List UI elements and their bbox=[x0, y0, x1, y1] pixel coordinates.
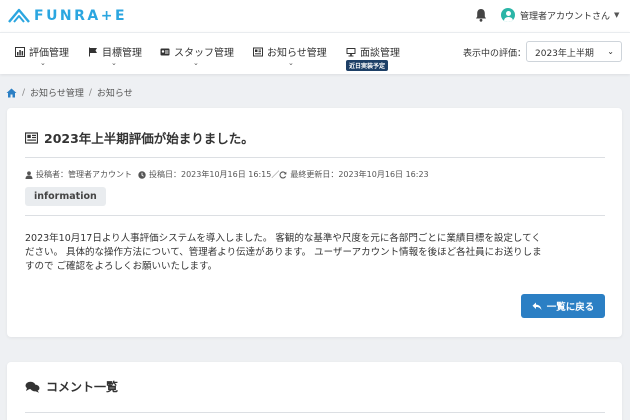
comments-title-text: コメント一覧 bbox=[46, 380, 119, 394]
nav-label: お知らせ管理 bbox=[267, 48, 327, 59]
nav-item-staff[interactable]: スタッフ管理 ⌄ bbox=[160, 44, 234, 70]
nav-item-notices[interactable]: お知らせ管理 ⌄ bbox=[253, 44, 327, 70]
newspaper-icon bbox=[25, 131, 38, 144]
monitor-icon bbox=[346, 47, 356, 56]
breadcrumb-link-notices[interactable]: お知らせ管理 bbox=[30, 86, 84, 99]
post-body-line: ださい。 具体的な操作方法について、管理者より伝達があります。 ユーザーアカウン… bbox=[25, 247, 542, 258]
divider bbox=[25, 215, 605, 216]
nav-label: 評価管理 bbox=[29, 48, 69, 59]
logo-text: FUNRA+E bbox=[34, 8, 128, 24]
breadcrumb-current: お知らせ bbox=[96, 89, 133, 99]
chevron-down-icon: ▼ bbox=[614, 11, 620, 19]
meta-separator: ／ bbox=[271, 170, 280, 179]
divider bbox=[25, 157, 605, 158]
post-title-text: 2023年上半期評価が始まりました。 bbox=[44, 131, 254, 146]
notice-card: 2023年上半期評価が始まりました。 投稿者：管理者アカウント 投稿日：2023… bbox=[7, 108, 622, 337]
post-meta: 投稿者：管理者アカウント 投稿日：2023年10月16日 16:15 ／ 最終更… bbox=[25, 169, 429, 180]
reply-icon bbox=[532, 302, 542, 310]
chevron-down-icon: ⌄ bbox=[607, 47, 614, 56]
top-bar: FUNRA+E 管理者アカウントさん ▼ bbox=[0, 0, 630, 32]
home-icon[interactable] bbox=[6, 88, 17, 98]
refresh-icon bbox=[279, 170, 287, 178]
id-card-icon bbox=[160, 48, 170, 55]
chevron-down-icon: ⌄ bbox=[288, 59, 294, 67]
user-icon bbox=[25, 170, 33, 179]
eval-period-value: 2023年上半期 bbox=[535, 49, 594, 59]
chevron-down-icon: ⌄ bbox=[193, 59, 199, 67]
eval-period-label: 表示中の評価： bbox=[463, 49, 527, 59]
logo[interactable]: FUNRA+E bbox=[8, 7, 127, 25]
comments-icon bbox=[25, 381, 40, 393]
comments-card: コメント一覧 bbox=[7, 362, 622, 420]
post-body-line: すので ご確認をよろしくお願いいたします。 bbox=[25, 261, 218, 272]
eval-period-select[interactable]: 2023年上半期 ⌄ bbox=[526, 41, 622, 62]
post-updated: 最終更新日：2023年10月16日 16:23 bbox=[290, 170, 429, 179]
breadcrumb-separator: / bbox=[88, 87, 92, 98]
divider bbox=[25, 412, 605, 413]
bar-chart-icon bbox=[15, 46, 25, 57]
back-button-label: 一覧に戻る bbox=[546, 302, 595, 313]
post-author: 投稿者：管理者アカウント bbox=[36, 170, 132, 179]
back-to-list-button[interactable]: 一覧に戻る bbox=[521, 294, 605, 318]
breadcrumb: / お知らせ管理 / お知らせ bbox=[6, 86, 133, 99]
comments-title: コメント一覧 bbox=[25, 378, 118, 395]
avatar bbox=[501, 8, 515, 22]
logo-mark-icon bbox=[8, 8, 30, 23]
clock-icon bbox=[138, 170, 146, 179]
user-menu[interactable]: 管理者アカウントさん ▼ bbox=[501, 8, 619, 22]
bell-icon[interactable] bbox=[475, 8, 487, 25]
breadcrumb-separator: / bbox=[22, 87, 26, 98]
post-date: 投稿日：2023年10月16日 16:15 bbox=[149, 170, 272, 179]
coming-soon-badge: 近日実装予定 bbox=[346, 60, 389, 71]
nav-item-evaluation[interactable]: 評価管理 ⌄ bbox=[15, 44, 69, 70]
nav-label: 目標管理 bbox=[102, 48, 142, 59]
nav-label: スタッフ管理 bbox=[174, 48, 234, 59]
flag-icon bbox=[89, 47, 97, 56]
post-body-line: 2023年10月17日より人事評価システムを導入しました。 客観的な基準や尺度を… bbox=[25, 233, 541, 244]
nav-label: 面談管理 bbox=[360, 48, 400, 59]
category-tag: information bbox=[25, 187, 106, 206]
newspaper-icon bbox=[253, 47, 263, 56]
user-name: 管理者アカウントさん bbox=[520, 11, 611, 22]
post-body: 2023年10月17日より人事評価システムを導入しました。 客観的な基準や尺度を… bbox=[25, 232, 605, 274]
page-title: 2023年上半期評価が始まりました。 bbox=[25, 128, 254, 147]
chevron-down-icon: ⌄ bbox=[111, 59, 117, 67]
chevron-down-icon: ⌄ bbox=[40, 59, 46, 67]
nav-item-interviews[interactable]: 面談管理 近日実装予定 bbox=[346, 44, 400, 71]
nav-item-goals[interactable]: 目標管理 ⌄ bbox=[88, 44, 142, 70]
